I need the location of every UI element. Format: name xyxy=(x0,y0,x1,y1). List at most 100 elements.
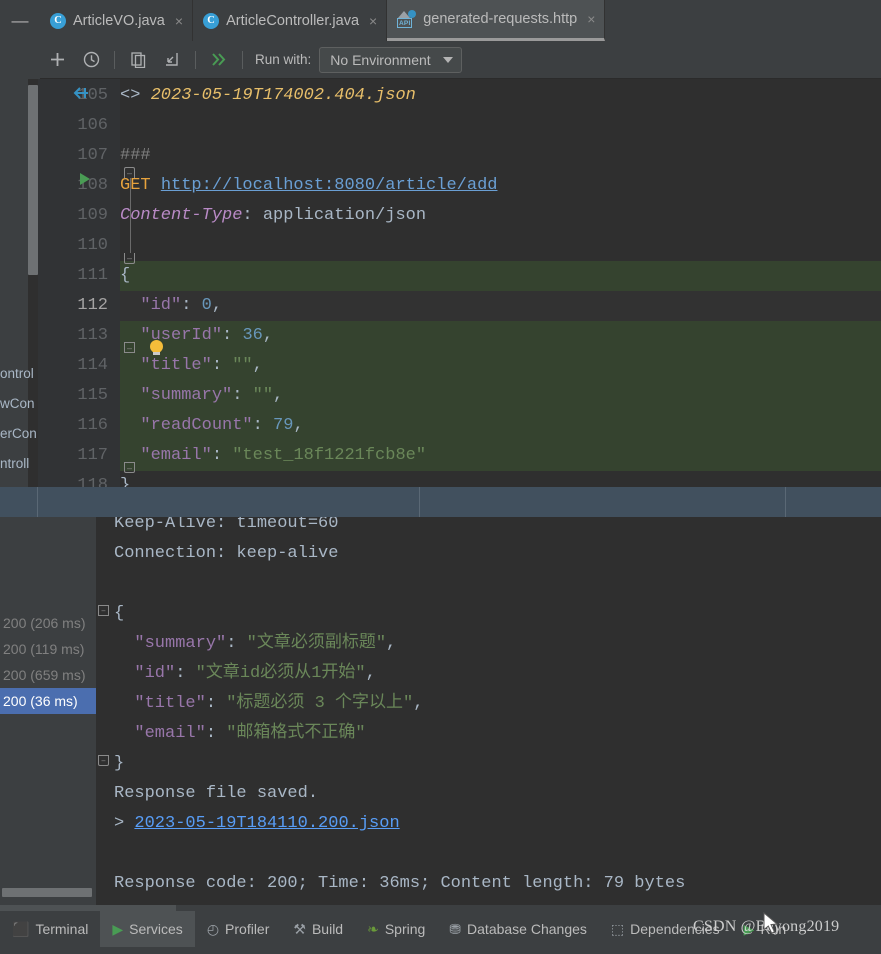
response-fold-open-icon[interactable]: – xyxy=(98,605,109,616)
line-number: 116 xyxy=(77,416,108,435)
response-token: : xyxy=(205,724,227,743)
close-icon[interactable]: × xyxy=(175,13,183,29)
response-token: Response file saved. xyxy=(114,784,319,803)
code-token: "email" xyxy=(140,446,212,465)
collapse-icon[interactable]: — xyxy=(0,0,40,41)
response-token: : xyxy=(226,634,247,653)
response-line: Response code: 200; Time: 36ms; Content … xyxy=(96,869,881,899)
history-horizontal-scrollbar[interactable] xyxy=(2,888,92,897)
environment-select[interactable]: No Environment xyxy=(319,46,462,73)
fold-marker-105[interactable]: – xyxy=(124,167,135,178)
code-token: : xyxy=(252,416,274,435)
line-number: 112 xyxy=(77,296,108,315)
code-line[interactable]: "id": 0, xyxy=(120,291,881,321)
divider-cell-3 xyxy=(420,487,786,517)
tool-window-spring[interactable]: ❧ Spring xyxy=(355,911,437,947)
tool-window-build[interactable]: ⚒ Build xyxy=(281,911,355,947)
response-history-item[interactable]: 200 (36 ms) xyxy=(0,688,96,714)
editor-vertical-scrollbar[interactable] xyxy=(28,85,38,275)
java-class-icon: C xyxy=(50,12,66,29)
tool-window-label: Spring xyxy=(384,921,426,937)
editor-tab-label: ArticleController.java xyxy=(226,12,360,29)
code-token: Content-Type xyxy=(120,206,243,225)
response-history-item[interactable]: 200 (206 ms) xyxy=(0,610,96,636)
code-line[interactable]: "readCount": 79, xyxy=(120,411,881,441)
code-line[interactable]: <> 2023-05-19T174002.404.json xyxy=(120,81,881,111)
code-line[interactable]: { xyxy=(120,261,881,291)
toolbar-separator-3 xyxy=(242,50,243,69)
code-line[interactable] xyxy=(120,111,881,141)
response-token: , xyxy=(386,634,397,653)
toolbar-separator-1 xyxy=(114,50,115,69)
response-line: Connection: keep-alive xyxy=(96,539,881,569)
code-token: : xyxy=(211,446,233,465)
code-line[interactable]: "summary": "", xyxy=(120,381,881,411)
http-client-toolbar: Run with: No Environment xyxy=(40,41,881,79)
response-token: : xyxy=(175,664,196,683)
fold-marker-108[interactable]: – xyxy=(124,253,135,264)
tool-window-profiler[interactable]: ◴ Profiler xyxy=(195,911,282,947)
navigate-to-response-icon[interactable] xyxy=(72,85,90,104)
tool-window-label: Profiler xyxy=(225,921,270,937)
intention-bulb-icon[interactable] xyxy=(150,340,163,355)
examples-icon[interactable] xyxy=(124,46,152,74)
response-token: Connection: keep-alive xyxy=(114,544,339,563)
code-token: 36 xyxy=(242,326,263,345)
tool-window-terminal[interactable]: ⬛ Terminal xyxy=(0,911,100,947)
response-fold-close-icon[interactable]: – xyxy=(98,755,109,766)
run-all-icon[interactable] xyxy=(205,46,233,74)
http-request-editor[interactable]: ontrol wCon erCon ntroll 105 106 107 108 109 110… xyxy=(0,79,881,487)
code-line[interactable]: "title": "", xyxy=(120,351,881,381)
response-history-item[interactable]: 200 (659 ms) xyxy=(0,662,96,688)
code-line[interactable]: "email": "test_18f1221fcb8e" xyxy=(120,441,881,471)
tool-window-label: Services xyxy=(129,921,183,937)
editor-tab-2[interactable]: API generated-requests.http × xyxy=(387,0,606,41)
code-line[interactable]: GET http://localhost:8080/article/add xyxy=(120,171,881,201)
code-line[interactable]: Content-Type: application/json xyxy=(120,201,881,231)
fold-marker-111[interactable]: – xyxy=(124,342,135,353)
history-clock-icon[interactable] xyxy=(77,46,105,74)
code-token: , xyxy=(262,326,274,345)
tool-window-services[interactable]: ▶ Services xyxy=(100,911,195,947)
response-file-link[interactable]: 2023-05-19T184110.200.json xyxy=(134,814,399,833)
code-line[interactable] xyxy=(120,231,881,261)
response-history-list[interactable]: 200 (206 ms) 200 (119 ms) 200 (659 ms) 200 … xyxy=(0,517,96,905)
close-icon[interactable]: × xyxy=(369,13,377,29)
add-request-icon[interactable] xyxy=(43,46,71,74)
response-content[interactable]: Keep-Alive: timeout=60 Connection: keep-a… xyxy=(96,517,881,905)
tool-window-label: Terminal xyxy=(35,921,89,937)
java-class-icon: C xyxy=(203,12,220,29)
response-line: "email": "邮箱格式不正确" xyxy=(96,719,881,749)
panel-divider[interactable] xyxy=(0,487,881,517)
line-number: 107 xyxy=(77,146,108,165)
response-token: "title" xyxy=(134,694,206,713)
code-line[interactable]: "userId": 36, xyxy=(120,321,881,351)
fold-line xyxy=(130,178,131,253)
build-hammer-icon: ⚒ xyxy=(293,920,306,937)
code-line[interactable]: ### xyxy=(120,141,881,171)
import-icon[interactable] xyxy=(158,46,186,74)
response-token: > xyxy=(114,814,135,833)
code-token: : xyxy=(222,326,243,345)
code-token: 0 xyxy=(201,296,212,315)
code-token: http://localhost:8080/article/add xyxy=(160,176,498,195)
fold-marker-118[interactable]: – xyxy=(124,462,135,473)
editor-tab-0[interactable]: C ArticleVO.java × xyxy=(40,0,194,41)
response-history-item[interactable]: 200 (119 ms) xyxy=(0,636,96,662)
code-line[interactable]: } xyxy=(120,471,881,487)
code-token: GET xyxy=(120,176,151,195)
response-line: > 2023-05-19T184110.200.json xyxy=(96,809,881,839)
tool-window-database-changes[interactable]: ⛃ Database Changes xyxy=(437,911,599,947)
run-request-icon[interactable] xyxy=(78,172,92,189)
editor-tab-1[interactable]: C ArticleController.java × xyxy=(193,0,388,41)
code-token: : xyxy=(232,386,253,405)
code-token: 2023-05-19T174002.404.json xyxy=(150,86,416,105)
response-line: } xyxy=(96,749,881,779)
line-number: 114 xyxy=(77,356,108,375)
tool-window-label: Database Changes xyxy=(467,921,587,937)
close-icon[interactable]: × xyxy=(587,11,595,27)
response-token: : xyxy=(205,694,227,713)
response-token xyxy=(114,694,134,713)
response-panel: 200 (206 ms) 200 (119 ms) 200 (659 ms) 200 … xyxy=(0,517,881,905)
code-content[interactable]: <> 2023-05-19T174002.404.json ### GET http… xyxy=(120,79,881,487)
